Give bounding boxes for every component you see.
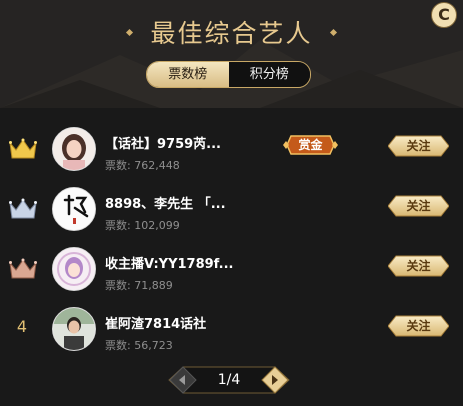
page-indicator: 1/4 (217, 372, 241, 388)
tab-points-rank[interactable]: 积分榜 (228, 62, 310, 87)
follow-button[interactable]: 关注 (387, 255, 450, 277)
follow-label: 关注 (406, 259, 431, 273)
crown-gold-icon (9, 138, 37, 159)
pagination: 1/4 (167, 366, 291, 394)
next-page-icon[interactable] (261, 366, 289, 394)
reward-label: 赏金 (298, 138, 323, 152)
votes-value: 102,099 (134, 219, 180, 232)
artist-name[interactable]: 8898、李先生 「... (105, 193, 226, 212)
calligraphy-avatar-image (53, 188, 95, 230)
list-item: 8898、李先生 「... 票数: 102,099 关注 (0, 178, 463, 238)
votes-value: 56,723 (134, 339, 173, 352)
crown-bronze-icon (9, 258, 37, 279)
prev-page-icon[interactable] (169, 366, 197, 394)
ranking-list: 【话社】9759芮... 票数: 762,448 赏金 关注 8898、李先生 … (0, 118, 463, 358)
man-avatar-image (53, 308, 95, 350)
ranking-panel: 最佳综合艺人 C 票数榜 积分榜 【话社】9759芮... 票数: 762,44… (0, 0, 463, 406)
title-diamond-left (126, 28, 134, 36)
vote-count: 票数: 102,099 (105, 217, 180, 233)
list-item: 【话社】9759芮... 票数: 762,448 赏金 关注 (0, 118, 463, 178)
title-text: 最佳综合艺人 (150, 19, 313, 48)
crown-silver-icon (9, 198, 37, 219)
avatar[interactable] (52, 247, 96, 291)
follow-button[interactable]: 关注 (387, 195, 450, 217)
avatar[interactable] (52, 127, 96, 171)
title-diamond-right (329, 28, 337, 36)
votes-value: 762,448 (134, 159, 180, 172)
votes-label: 票数: (105, 339, 131, 352)
rank-number: 4 (16, 317, 28, 336)
vote-count: 票数: 71,889 (105, 277, 173, 293)
vote-count: 票数: 762,448 (105, 157, 180, 173)
artist-name[interactable]: 崔阿渣7814话社 (105, 313, 206, 332)
reward-badge[interactable]: 赏金 (283, 135, 338, 155)
refresh-button[interactable]: C (431, 2, 457, 28)
avatar[interactable] (52, 307, 96, 351)
artist-name[interactable]: 【话社】9759芮... (105, 133, 221, 152)
woman-avatar-image (53, 128, 95, 170)
list-item: 4 崔阿渣7814话社 票数: 56,723 关注 (0, 298, 463, 358)
follow-label: 关注 (406, 319, 431, 333)
follow-button[interactable]: 关注 (387, 135, 450, 157)
artist-name[interactable]: 收主播V:YY1789f... (105, 253, 233, 272)
follow-label: 关注 (406, 139, 431, 153)
follow-label: 关注 (406, 199, 431, 213)
tab-group: 票数榜 积分榜 (146, 61, 311, 88)
tab-votes-rank[interactable]: 票数榜 (147, 62, 229, 87)
votes-label: 票数: (105, 279, 131, 292)
votes-label: 票数: (105, 219, 131, 232)
votes-value: 71,889 (134, 279, 173, 292)
header: 最佳综合艺人 C 票数榜 积分榜 (0, 0, 463, 108)
page-title: 最佳综合艺人 (0, 14, 463, 50)
avatar[interactable] (52, 187, 96, 231)
follow-button[interactable]: 关注 (387, 315, 450, 337)
votes-label: 票数: (105, 159, 131, 172)
list-item: 收主播V:YY1789f... 票数: 71,889 关注 (0, 238, 463, 298)
vote-count: 票数: 56,723 (105, 337, 173, 353)
anime-girl-avatar-image (53, 248, 95, 290)
